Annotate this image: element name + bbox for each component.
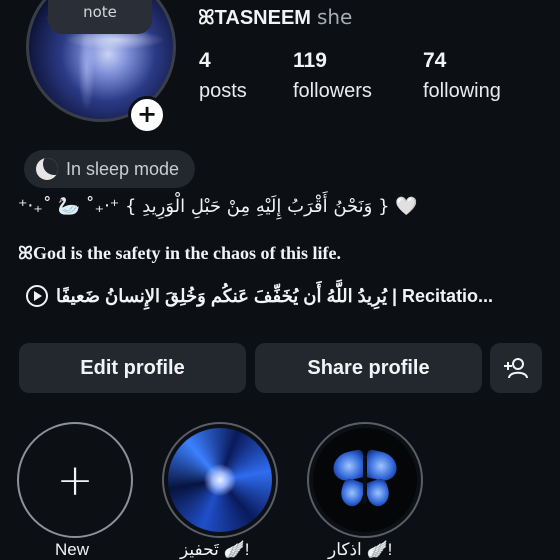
edit-profile-button[interactable]: Edit profile: [19, 343, 246, 393]
highlight-label-new: New: [55, 540, 90, 559]
following-count[interactable]: 74: [423, 49, 446, 73]
profile-pronouns: she: [316, 5, 353, 29]
bio-text: ꕤGod is the safety in the chaos of this …: [18, 243, 341, 263]
followers-label[interactable]: followers: [293, 80, 372, 103]
profile-username: TASNEEM: [214, 7, 311, 29]
butterfly-image: [313, 428, 417, 532]
highlight-label-motivation: تَحفيز 🪽!: [180, 540, 250, 559]
moon-icon: [36, 158, 58, 180]
play-icon[interactable]: [26, 285, 48, 307]
profile-music[interactable]: يُرِيدُ اللَّهُ أَن يُخَفِّفَ عَنكُم وَخ…: [26, 285, 493, 307]
name-symbol: ꕤ: [198, 5, 215, 29]
note-bubble[interactable]: note: [48, 0, 152, 34]
highlight-motivation[interactable]: [162, 422, 278, 538]
followers-count[interactable]: 119: [293, 49, 327, 73]
galaxy-image: [168, 428, 272, 532]
sleep-mode-text: In sleep mode: [66, 158, 180, 179]
highlight-label-adhkar: اذكار 🪽!: [328, 540, 393, 559]
discover-people-button[interactable]: [490, 343, 542, 393]
posts-label[interactable]: posts: [199, 80, 247, 103]
bio-quote: ⁺‧₊˚ 🦢 ˚₊‧⁺ { وَنَحْنُ أَقْرَبُ إِلَيْهِ…: [18, 196, 418, 217]
following-label[interactable]: following: [423, 80, 501, 103]
highlight-adhkar[interactable]: [307, 422, 423, 538]
share-profile-button[interactable]: Share profile: [255, 343, 482, 393]
add-person-icon: [504, 358, 528, 379]
posts-count[interactable]: 4: [199, 49, 211, 73]
music-title: يُرِيدُ اللَّهُ أَن يُخَفِّفَ عَنكُم وَخ…: [56, 285, 494, 306]
plus-icon: +: [56, 454, 94, 506]
add-story-plus-icon[interactable]: +: [128, 96, 166, 134]
sleep-mode-status[interactable]: In sleep mode: [24, 150, 196, 188]
profile-name-row: ꕤTASNEEM she: [198, 5, 352, 30]
new-highlight-button[interactable]: +: [17, 422, 133, 538]
